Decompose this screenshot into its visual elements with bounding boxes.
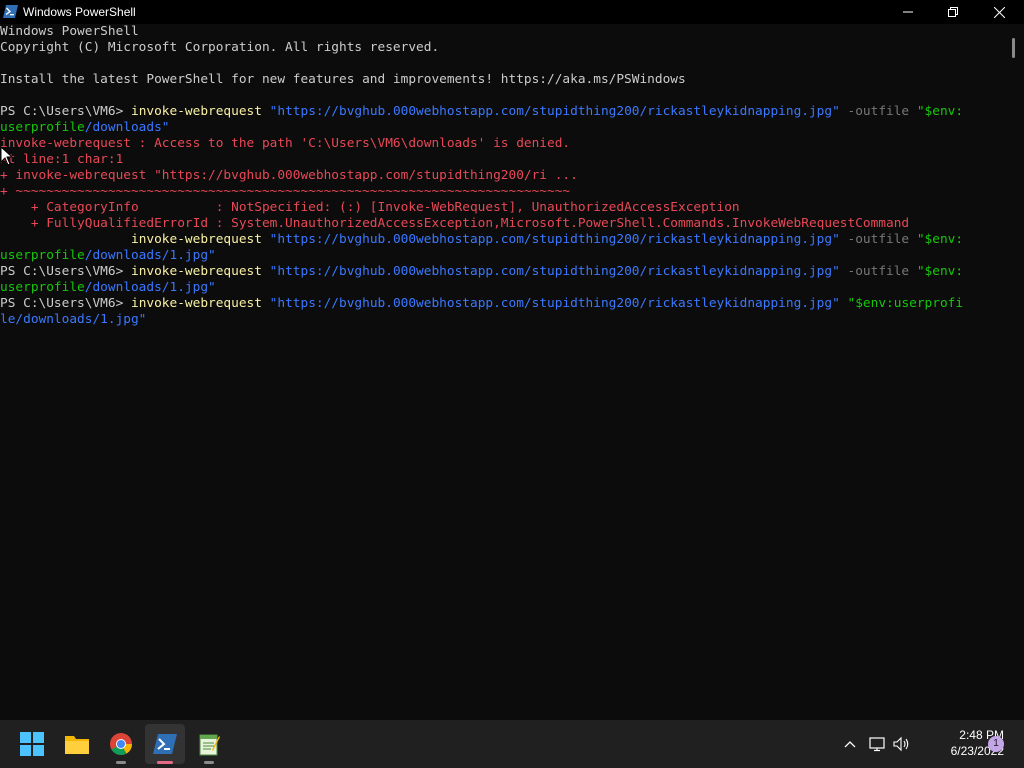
console-text: /downloads/1.jpg" (84, 248, 216, 263)
console-text: PS C:\Users\VM6> (0, 296, 131, 311)
console-line: userprofile/downloads/1.jpg" (0, 248, 216, 264)
console-line: PS C:\Users\VM6> invoke-webrequest "http… (0, 264, 963, 280)
console-text: invoke-webrequest (130, 264, 270, 279)
minimize-icon (903, 11, 913, 13)
restore-button[interactable] (930, 0, 976, 24)
title-bar[interactable]: Windows PowerShell (0, 0, 1024, 24)
taskbar: 2:48 PM 6/23/2022 (0, 720, 1024, 768)
console-text: invoke-webrequest (130, 104, 270, 119)
console-line: Install the latest PowerShell for new fe… (0, 72, 686, 88)
minimize-button[interactable] (885, 0, 931, 24)
powershell-icon (153, 734, 177, 754)
console-text: At line:1 char:1 (0, 152, 124, 167)
console-line: invoke-webrequest : Access to the path '… (0, 136, 570, 152)
console-output[interactable]: Windows PowerShell Copyright (C) Microsof… (0, 24, 1004, 720)
scrollbar-thumb[interactable] (1012, 38, 1015, 58)
console-line: + CategoryInfo : NotSpecified: (:) [Invo… (0, 200, 740, 216)
console-text: le/downloads/1.jpg" (0, 312, 147, 327)
console-text: "https://bvghub.000webhostapp.com/stupid… (269, 264, 840, 279)
notification-badge[interactable]: 1 (988, 736, 1004, 752)
console-text: "https://bvghub.000webhostapp.com/stupid… (269, 104, 840, 119)
console-text: userprofile (0, 280, 85, 295)
console-text: "$env: (916, 104, 964, 119)
console-text: userprofile (0, 248, 85, 263)
window-title: Windows PowerShell (23, 5, 136, 19)
console-text: "https://bvghub.000webhostapp.com/stupid… (269, 232, 840, 247)
console-text: PS C:\Users\VM6> (0, 104, 131, 119)
console-text: Install the latest PowerShell for new fe… (0, 72, 686, 87)
close-button[interactable] (976, 0, 1022, 24)
network-icon[interactable] (868, 734, 888, 754)
console-text: -outfile (839, 104, 917, 119)
console-text: + FullyQualifiedErrorId : System.Unautho… (0, 216, 910, 231)
console-line: le/downloads/1.jpg" (0, 312, 146, 328)
console-line: userprofile/downloads/1.jpg" (0, 280, 216, 296)
console-text: + ~~~~~~~~~~~~~~~~~~~~~~~~~~~~~~~~~~~~~~… (0, 184, 571, 199)
console-text: invoke-webrequest (130, 296, 270, 311)
console-text: /downloads" (84, 120, 170, 135)
console-text: + invoke-webrequest "https://bvghub.000w… (0, 168, 578, 183)
console-line: + FullyQualifiedErrorId : System.Unautho… (0, 216, 909, 232)
chevron-up-icon[interactable] (840, 734, 860, 754)
chrome-button[interactable] (101, 724, 141, 764)
console-line: + ~~~~~~~~~~~~~~~~~~~~~~~~~~~~~~~~~~~~~~… (0, 184, 570, 200)
file-explorer-button[interactable] (57, 724, 97, 764)
restore-icon (948, 7, 958, 17)
console-text: /downloads/1.jpg" (84, 280, 216, 295)
file-explorer-icon (65, 736, 89, 754)
console-line: + invoke-webrequest "https://bvghub.000w… (0, 168, 578, 184)
close-icon (993, 6, 1005, 18)
console-line: Windows PowerShell (0, 24, 139, 40)
console-line: userprofile/downloads" (0, 120, 170, 136)
volume-icon[interactable] (892, 734, 912, 754)
console-line: Copyright (C) Microsoft Corporation. All… (0, 40, 439, 56)
console-text: "$env:userprofi (847, 296, 964, 311)
console-text: invoke-webrequest (130, 232, 270, 247)
notepad-icon (199, 734, 220, 756)
console-text: PS C:\Users\VM6> (0, 264, 131, 279)
console-text: "$env: (916, 232, 964, 247)
powershell-taskbar-button[interactable] (145, 724, 185, 764)
mouse-cursor-icon (0, 146, 14, 166)
console-line: PS C:\Users\VM6> invoke-webrequest "http… (0, 104, 963, 120)
console-text: -outfile (839, 232, 917, 247)
console-text: userprofile (0, 120, 85, 135)
console-line: At line:1 char:1 (0, 152, 123, 168)
console-line: PS C:\Users\VM6> invoke-webrequest "http… (0, 296, 963, 312)
chrome-icon (110, 733, 132, 755)
console-text: -outfile (839, 264, 917, 279)
console-text: Copyright (C) Microsoft Corporation. All… (0, 40, 440, 55)
start-button[interactable] (12, 724, 52, 764)
start-icon (20, 732, 44, 756)
console-text: "$env: (916, 264, 964, 279)
powershell-icon (3, 5, 18, 18)
console-line: invoke-webrequest "https://bvghub.000web… (0, 232, 963, 248)
notepad-button[interactable] (189, 724, 229, 764)
console-text: Windows PowerShell (0, 24, 139, 39)
console-text: "https://bvghub.000webhostapp.com/stupid… (269, 296, 840, 311)
console-text: invoke-webrequest : Access to the path '… (0, 136, 571, 151)
console-text: + CategoryInfo : NotSpecified: (:) [Invo… (0, 200, 740, 215)
